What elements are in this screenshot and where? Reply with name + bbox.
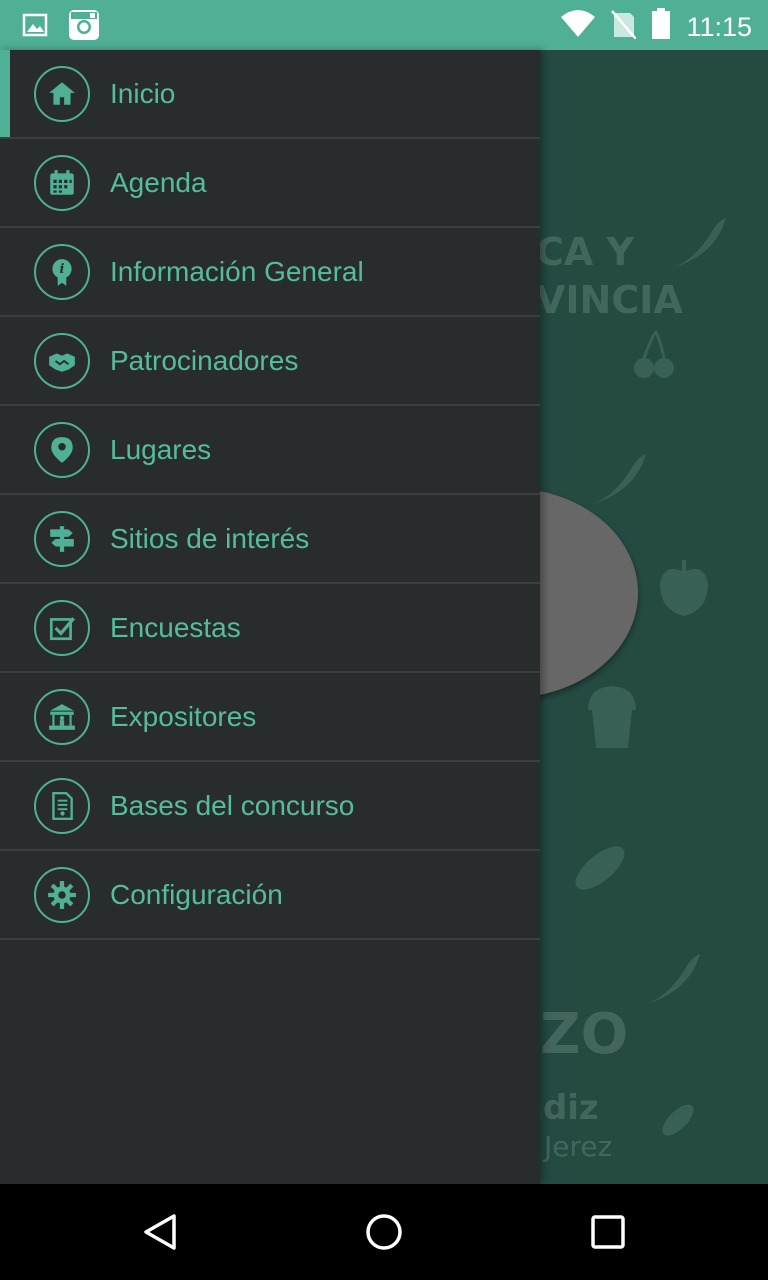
status-bar: 11:15 [0, 0, 768, 50]
info-icon: i [34, 244, 90, 300]
wifi-icon [560, 9, 596, 44]
bg-sub-text2: Jerez [544, 1130, 613, 1163]
chili-icon [592, 454, 646, 504]
menu-item-configuracion[interactable]: Configuración [0, 851, 540, 940]
image-icon [22, 12, 48, 43]
handshake-icon [34, 333, 90, 389]
menu-item-label: Agenda [110, 166, 207, 198]
menu-item-patrocinadores[interactable]: Patrocinadores [0, 317, 540, 406]
navigation-drawer: Inicio Agenda i Información General Patrocin… [0, 50, 540, 1184]
back-icon [144, 1214, 176, 1250]
bg-title-line2: VINCIA [536, 278, 683, 322]
menu-item-informacion-general[interactable]: i Información General [0, 228, 540, 317]
system-nav-bar [0, 1184, 768, 1280]
menu-item-lugares[interactable]: Lugares [0, 406, 540, 495]
menu-item-agenda[interactable]: Agenda [0, 139, 540, 228]
menu-item-label: Información General [110, 255, 364, 287]
document-icon [34, 778, 90, 834]
location-pin-icon [34, 422, 90, 478]
gear-icon [34, 867, 90, 923]
svg-text:i: i [60, 262, 65, 277]
instagram-icon [68, 9, 100, 46]
back-button[interactable] [136, 1208, 184, 1256]
menu-item-label: Patrocinadores [110, 344, 299, 376]
apple-icon [660, 560, 708, 616]
menu-item-expositores[interactable]: Expositores [0, 673, 540, 762]
menu-item-label: Expositores [110, 700, 257, 732]
menu-item-inicio[interactable]: Inicio [0, 50, 540, 139]
bread-icon [662, 1104, 694, 1136]
menu-item-sitios-de-interes[interactable]: Sitios de interés [0, 495, 540, 584]
menu-item-label: Configuración [110, 878, 283, 910]
stand-icon [34, 689, 90, 745]
bg-title-line1: CA Y [536, 230, 635, 274]
menu-list: Inicio Agenda i Información General Patrocin… [0, 50, 540, 940]
home-circle-icon [366, 1214, 402, 1250]
menu-item-label: Inicio [110, 77, 176, 109]
chili-icon [672, 218, 726, 268]
bg-big-text: ZO [540, 1002, 629, 1067]
menu-item-encuestas[interactable]: Encuestas [0, 584, 540, 673]
home-button[interactable] [360, 1208, 408, 1256]
menu-item-label: Sitios de interés [110, 522, 310, 554]
home-icon [34, 66, 90, 122]
recents-icon [591, 1215, 625, 1249]
signpost-icon [34, 511, 90, 567]
menu-item-label: Encuestas [110, 611, 241, 643]
calendar-icon [34, 155, 90, 211]
status-clock: 11:15 [686, 11, 752, 42]
menu-item-label: Lugares [110, 433, 212, 465]
bread-icon [575, 846, 625, 890]
checkbox-icon [34, 600, 90, 656]
menu-item-label: Bases del concurso [110, 789, 355, 821]
cherry-icon [634, 330, 674, 378]
menu-item-bases-del-concurso[interactable]: Bases del concurso [0, 762, 540, 851]
no-signal-icon [610, 9, 638, 44]
chili-icon [646, 954, 700, 1004]
cupcake-icon [588, 686, 636, 748]
recents-button[interactable] [584, 1208, 632, 1256]
battery-icon [650, 8, 672, 45]
